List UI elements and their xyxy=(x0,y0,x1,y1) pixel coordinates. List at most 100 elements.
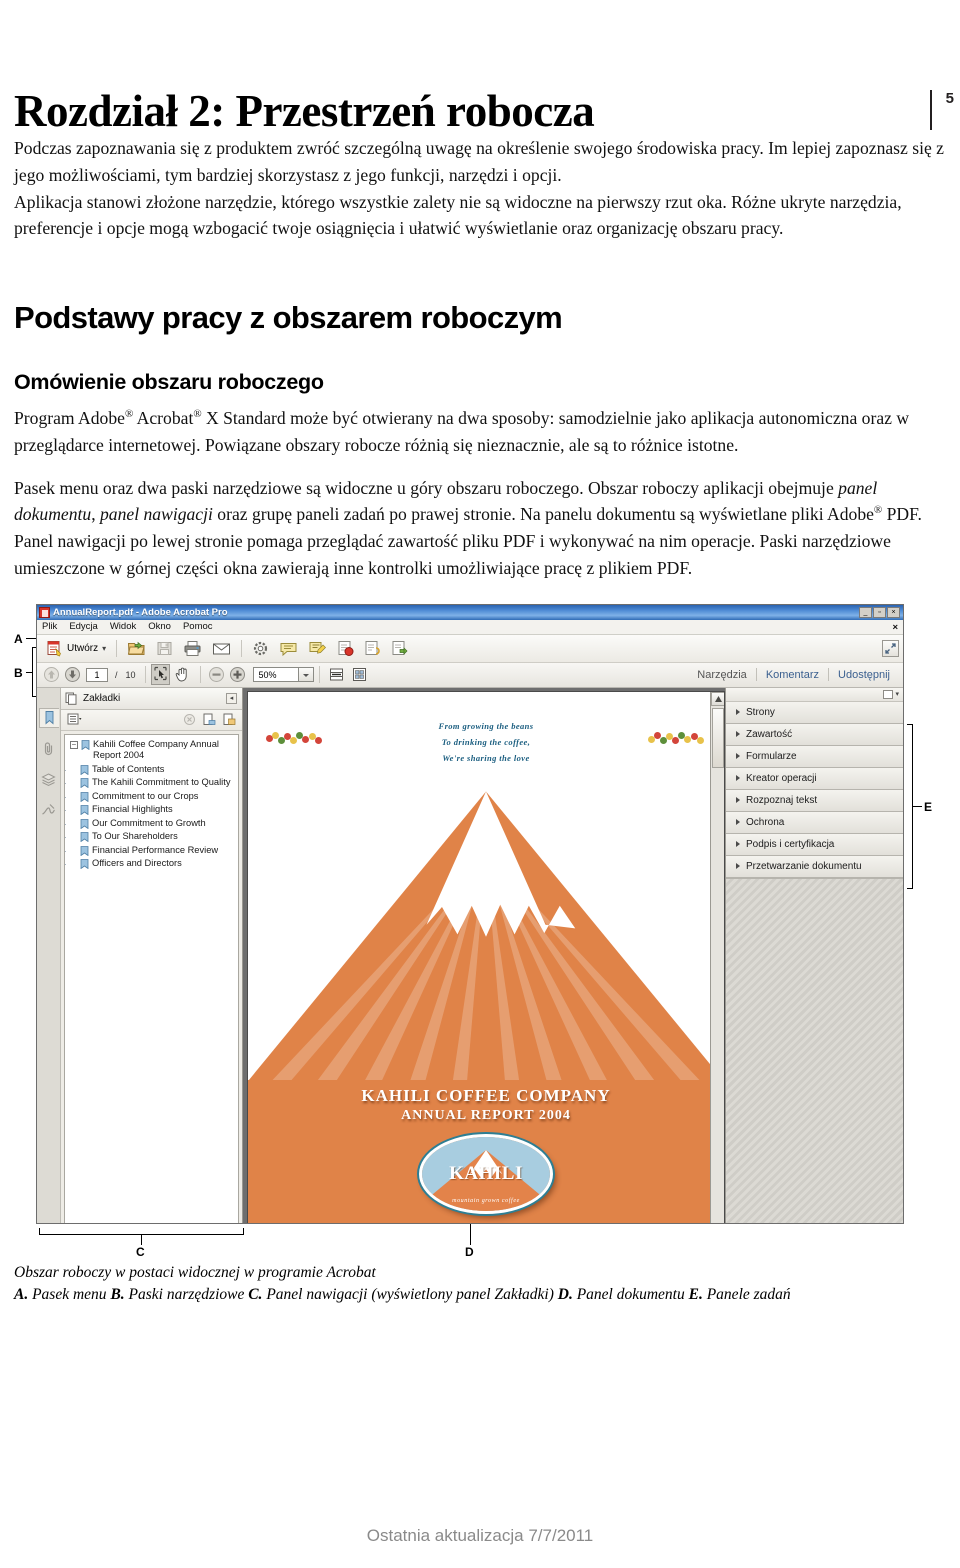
menu-item-okno[interactable]: Okno xyxy=(148,621,171,632)
zoom-out-icon[interactable] xyxy=(208,666,225,683)
chevron-down-icon: ▾ xyxy=(102,643,107,653)
export-icon[interactable] xyxy=(391,640,408,657)
tab-udostepnij[interactable]: Udostępnij xyxy=(829,669,899,681)
expand-toolbar-button[interactable] xyxy=(882,639,899,657)
open-folder-icon[interactable] xyxy=(127,640,146,657)
bookmark-label: Kahili Coffee Company Annual Report 2004 xyxy=(93,738,219,761)
previous-page-icon[interactable] xyxy=(43,666,60,683)
fit-page-icon[interactable] xyxy=(351,666,368,683)
task-pane-przetwarzanie-dokumentu[interactable]: Przetwarzanie dokumentu xyxy=(726,855,903,878)
restore-button[interactable]: ▫ xyxy=(873,606,886,618)
bookmark-item-icon xyxy=(80,818,89,829)
chevron-down-icon[interactable]: ▾ xyxy=(895,690,899,698)
bookmark-item-icon xyxy=(80,832,89,843)
menu-item-pomoc[interactable]: Pomoc xyxy=(183,621,213,632)
document-panel[interactable]: From growing the beans To drinking the c… xyxy=(243,687,725,1223)
bookmarks-list[interactable]: – Kahili Coffee Company Annual Report 20… xyxy=(64,733,239,1223)
zoom-dropdown-button[interactable] xyxy=(298,667,314,683)
next-page-icon[interactable] xyxy=(64,666,81,683)
sidebar-item-layers[interactable] xyxy=(39,770,59,790)
sidebar-item-attachments[interactable] xyxy=(39,739,59,759)
task-options-icon[interactable] xyxy=(883,689,894,699)
list-item[interactable]: Our Commitment to Growth xyxy=(65,818,235,830)
list-item[interactable]: Table of Contents xyxy=(65,763,235,776)
bookmark-expander-icon[interactable]: – xyxy=(70,740,78,749)
create-button[interactable]: Utwórz ▾ xyxy=(41,638,111,659)
callout-e-leader xyxy=(912,805,922,807)
page-content: Rozdział 2: Przestrzeń robocza Podczas z… xyxy=(0,87,960,1303)
chevron-right-icon xyxy=(736,841,740,848)
task-pane-kreator-operacji[interactable]: Kreator operacji xyxy=(726,767,903,790)
window-title: AnnualReport.pdf - Adobe Acrobat Pro xyxy=(53,606,228,618)
new-bookmark-from-selection-icon[interactable] xyxy=(223,713,236,726)
list-item[interactable]: Officers and Directors xyxy=(65,858,235,870)
close-button[interactable]: × xyxy=(887,606,900,618)
toolbar2-separator-1 xyxy=(144,666,146,684)
save-icon[interactable] xyxy=(156,640,173,657)
scroll-up-arrow[interactable] xyxy=(711,691,724,706)
page-number-block: 5 xyxy=(880,88,960,136)
toolbar2-separator-2 xyxy=(199,666,201,684)
select-tool-button[interactable] xyxy=(150,664,170,686)
page-thumbnails-icon[interactable] xyxy=(65,692,78,705)
email-icon[interactable] xyxy=(212,640,231,657)
hand-tool-icon[interactable] xyxy=(174,666,191,683)
sticky-note-icon[interactable] xyxy=(279,640,298,657)
task-pane-zawartosc[interactable]: Zawartość xyxy=(726,723,903,746)
toolbar-separator xyxy=(116,639,118,657)
settings-icon[interactable] xyxy=(252,640,269,657)
acrobat-body: Zakładki ◂ – Kahili Coffee Company Annua… xyxy=(37,687,903,1223)
sidebar-item-bookmarks[interactable] xyxy=(38,707,59,728)
list-item[interactable]: Financial Highlights xyxy=(65,804,235,816)
list-item[interactable]: To Our Shareholders xyxy=(65,831,235,843)
window-controls: _ ▫ × xyxy=(859,606,901,618)
tab-komentarz[interactable]: Komentarz xyxy=(757,669,828,681)
list-item[interactable]: The Kahili Commitment to Quality xyxy=(65,777,235,789)
bookmark-item-icon xyxy=(80,805,89,816)
print-icon[interactable] xyxy=(183,640,202,657)
list-item[interactable]: Commitment to our Crops xyxy=(65,791,235,803)
para2-italic-2: panel nawigacji xyxy=(100,504,213,525)
highlight-text-icon[interactable] xyxy=(308,640,327,657)
fit-width-icon[interactable] xyxy=(328,666,345,683)
delete-bookmark-icon[interactable] xyxy=(183,713,196,726)
acrobat-app-icon xyxy=(39,606,50,618)
zoom-level-input[interactable]: 50% xyxy=(252,667,299,683)
chevron-up-icon xyxy=(714,695,722,702)
callout-e-bracket-top xyxy=(907,723,912,725)
window-titlebar: AnnualReport.pdf - Adobe Acrobat Pro _ ▫… xyxy=(37,604,903,620)
sidebar-item-signatures[interactable] xyxy=(39,801,59,821)
task-pane-formularze[interactable]: Formularze xyxy=(726,745,903,768)
registered-mark-2: ® xyxy=(193,408,202,421)
task-pane-strony[interactable]: Strony xyxy=(726,701,903,724)
page-number-input[interactable]: 1 xyxy=(86,667,108,682)
bookmark-label: Officers and Directors xyxy=(92,858,182,869)
document-vertical-scrollbar[interactable] xyxy=(710,691,724,1223)
document-close-icon[interactable]: × xyxy=(892,622,898,633)
new-bookmark-icon[interactable] xyxy=(203,713,216,726)
minimize-button[interactable]: _ xyxy=(859,606,872,618)
legend-letter-d: D. xyxy=(557,1286,573,1304)
tab-narzedzia[interactable]: Narzędzia xyxy=(688,669,756,681)
pdf-page[interactable]: From growing the beans To drinking the c… xyxy=(247,690,725,1223)
scrollbar-thumb[interactable] xyxy=(712,707,724,768)
stamp-icon[interactable] xyxy=(337,640,354,657)
task-pane-rozpoznaj-tekst[interactable]: Rozpoznaj tekst xyxy=(726,789,903,812)
coffee-berries-right-icon xyxy=(648,731,706,746)
list-item[interactable]: – Kahili Coffee Company Annual Report 20… xyxy=(68,739,235,762)
callout-c-leader xyxy=(141,1233,142,1245)
attach-file-icon[interactable] xyxy=(364,640,381,657)
zoom-in-icon[interactable] xyxy=(229,666,246,683)
menu-item-widok[interactable]: Widok xyxy=(110,621,136,632)
collapse-panel-button[interactable]: ◂ xyxy=(226,692,237,704)
bookmark-options-icon[interactable] xyxy=(67,713,82,726)
task-pane-podpis-i-certyfikacja[interactable]: Podpis i certyfikacja xyxy=(726,833,903,856)
task-pane-ochrona[interactable]: Ochrona xyxy=(726,811,903,834)
zoom-control[interactable]: 50% xyxy=(252,667,314,683)
figure-caption: Obszar roboczy w postaci widocznej w pro… xyxy=(14,1262,946,1307)
list-item[interactable]: Financial Performance Review xyxy=(65,845,235,857)
menu-item-plik[interactable]: Plik xyxy=(42,621,57,632)
bookmark-label: Table of Contents xyxy=(92,763,165,774)
menu-item-edycja[interactable]: Edycja xyxy=(69,621,98,632)
bookmark-item-icon xyxy=(80,764,89,775)
